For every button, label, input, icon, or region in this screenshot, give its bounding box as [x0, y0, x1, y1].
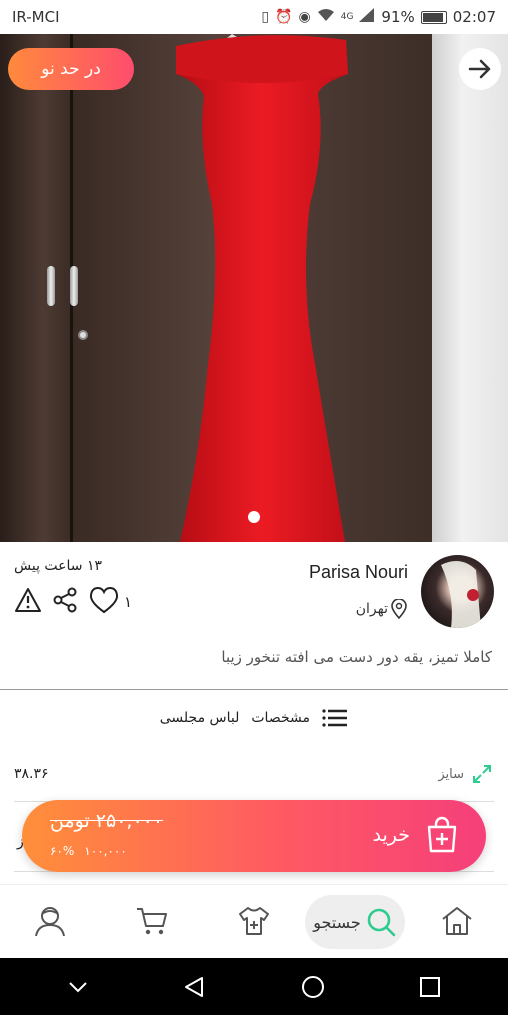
report-button[interactable] [14, 587, 42, 617]
location-pin-icon [391, 599, 407, 619]
clock: 02:07 [452, 8, 496, 26]
buy-bar[interactable]: ۲۵۰,۰۰۰ تومن ۶۰% ۱۰۰,۰۰۰ خرید [22, 800, 486, 872]
size-value: ۳۸.۳۶ [14, 766, 49, 782]
nav-search[interactable]: جستجو [305, 895, 405, 949]
nav-profile[interactable] [32, 903, 68, 939]
nav-home[interactable] [439, 903, 475, 939]
signal-icon [359, 8, 375, 26]
seller-avatar[interactable] [421, 555, 494, 628]
bottom-navigation: جستجو [0, 884, 508, 958]
nav-search-label: جستجو [313, 912, 361, 932]
post-actions: ۱ [14, 586, 132, 618]
home-circle-icon[interactable] [300, 974, 326, 1000]
like-count: ۱ [124, 593, 133, 611]
wardrobe-door-left [0, 34, 72, 542]
share-button[interactable] [52, 587, 78, 617]
eye-icon: ◉ [298, 9, 311, 25]
price-details: ۶۰% ۱۰۰,۰۰۰ [50, 844, 127, 858]
original-price: ۲۵۰,۰۰۰ تومن [50, 810, 164, 832]
arrow-right-icon [468, 59, 491, 79]
discount-percent: ۶۰% [50, 844, 75, 858]
seller-name[interactable]: Parisa Nouri [309, 562, 408, 583]
image-pager-dot[interactable] [248, 511, 260, 523]
door-handle [70, 266, 78, 306]
list-icon [322, 709, 347, 727]
posted-time: ۱۳ ساعت پیش [14, 558, 103, 574]
wall [432, 34, 508, 542]
shirt-plus-icon [239, 907, 269, 935]
battery-percent: 91% [381, 8, 415, 26]
specs-header: مشخصات لباس مجلسی [160, 708, 348, 728]
seller-location: تهران [356, 599, 408, 619]
condition-badge: در حد نو [8, 48, 134, 90]
chevron-down-icon[interactable] [67, 980, 89, 994]
system-navigation-bar [0, 958, 508, 1015]
buy-button-label[interactable]: خرید [373, 824, 411, 846]
divider [0, 689, 508, 690]
nav-cart[interactable] [134, 903, 170, 939]
category-label[interactable]: لباس مجلسی [160, 710, 240, 726]
network-type-label: 4G [340, 12, 354, 22]
status-icons: ▯ ⏰ ◉ 4G 91% 02:07 [261, 8, 496, 26]
spec-row-label: سایز [438, 764, 492, 784]
profile-icon [35, 907, 65, 937]
size-label: سایز [438, 766, 464, 782]
bag-plus-icon[interactable] [424, 816, 460, 854]
like-button[interactable] [88, 586, 120, 618]
specs-title: مشخصات [251, 710, 310, 726]
final-price: ۱۰۰,۰۰۰ [84, 844, 127, 858]
door-lock [78, 330, 88, 340]
red-dress-image [176, 34, 348, 542]
back-triangle-icon[interactable] [182, 975, 206, 999]
expand-icon [473, 765, 491, 783]
warning-icon [15, 588, 41, 612]
alarm-icon: ⏰ [275, 9, 293, 25]
heart-icon [89, 586, 119, 614]
door-handle [47, 266, 55, 306]
search-icon [367, 908, 396, 937]
battery-icon [420, 10, 447, 24]
recents-square-icon[interactable] [419, 976, 441, 998]
seller-city-label: تهران [355, 601, 388, 617]
wifi-icon [317, 8, 335, 26]
home-icon [442, 907, 472, 935]
share-icon [53, 587, 77, 613]
back-button[interactable] [459, 48, 501, 90]
carrier-label: IR-MCI [12, 8, 60, 26]
product-description: کاملا تمیز، یقه دور دست می افته تنخور زی… [221, 648, 492, 666]
cart-icon [137, 908, 167, 935]
vibrate-icon: ▯ [261, 9, 270, 25]
status-bar: IR-MCI ▯ ⏰ ◉ 4G 91% 02:07 [0, 0, 508, 34]
product-image[interactable]: در حد نو [0, 34, 508, 542]
nav-add-item[interactable] [236, 903, 272, 939]
